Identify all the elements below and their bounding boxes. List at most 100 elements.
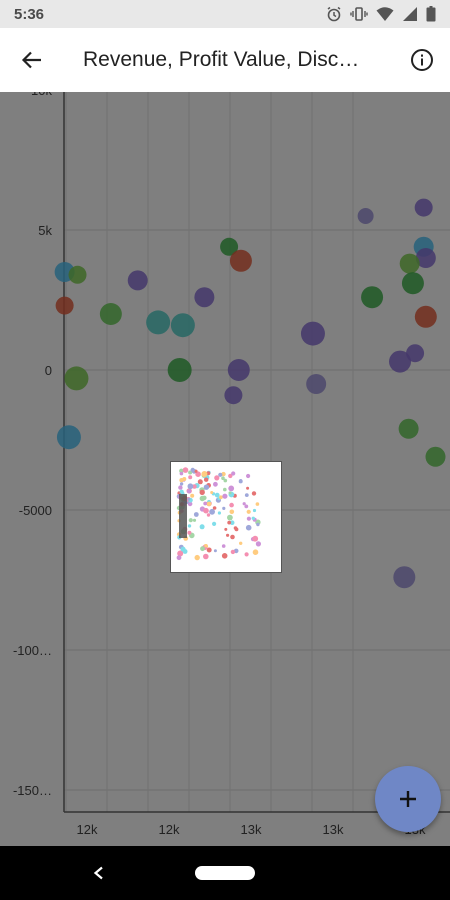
arrow-left-icon — [21, 51, 41, 69]
minimap-point — [199, 495, 205, 502]
minimap-point — [182, 549, 188, 554]
minimap-point — [203, 501, 208, 506]
minimap-point — [187, 489, 192, 494]
minimap-point — [226, 533, 230, 537]
minimap-point — [245, 524, 252, 531]
minimap-svg — [176, 467, 261, 561]
minimap-point — [190, 493, 195, 498]
battery-icon — [426, 6, 436, 22]
minimap-point — [218, 472, 223, 477]
minimap-point — [255, 502, 260, 506]
minimap-point — [179, 471, 184, 476]
minimap-point — [206, 547, 212, 553]
alarm-icon — [326, 6, 342, 22]
minimap-point — [203, 484, 210, 490]
minimap-point — [193, 512, 199, 517]
info-button[interactable] — [394, 28, 450, 92]
minimap-point — [222, 493, 228, 499]
minimap-point — [190, 467, 195, 473]
minimap-point — [200, 546, 205, 552]
minimap-point — [188, 475, 193, 480]
nav-back-button[interactable] — [88, 862, 110, 884]
page-title: Revenue, Profit Value, Disc… — [83, 48, 360, 71]
minimap-point — [251, 491, 257, 496]
minimap-point — [223, 478, 228, 483]
minimap-point — [230, 549, 236, 555]
minimap-point — [194, 554, 200, 561]
status-time: 5:36 — [14, 5, 45, 23]
minimap-point — [192, 518, 197, 522]
app-bar: Revenue, Profit Value, Disc… — [0, 28, 450, 92]
minimap-point — [206, 501, 212, 507]
minimap-point — [244, 493, 249, 497]
nav-back-icon — [93, 866, 103, 880]
minimap-point — [222, 506, 226, 510]
minimap-point — [217, 511, 221, 515]
minimap-point — [252, 549, 259, 555]
minimap-point — [252, 535, 259, 542]
minimap-point — [228, 485, 235, 492]
minimap-point — [231, 471, 236, 476]
minimap-point — [228, 491, 232, 495]
minimap-point — [242, 502, 246, 506]
minimap-point — [230, 534, 235, 540]
minimap-point — [244, 552, 249, 557]
minimap-point — [188, 518, 193, 523]
minimap-point — [229, 509, 235, 515]
info-icon — [411, 49, 433, 71]
minimap-point — [246, 486, 250, 490]
minimap-point — [179, 482, 184, 486]
minimap-point — [256, 522, 260, 527]
minimap-point — [199, 489, 205, 495]
minimap-point — [182, 477, 187, 481]
minimap-point — [221, 544, 226, 548]
vibrate-icon — [350, 6, 368, 22]
minimap-point — [212, 521, 217, 526]
minimap-point — [229, 502, 234, 508]
minimap-point — [187, 483, 194, 490]
plus-icon — [400, 791, 416, 807]
minimap-point — [204, 544, 208, 548]
minimap-point — [255, 541, 261, 547]
minimap-point — [227, 520, 232, 525]
minimap-point — [201, 471, 208, 477]
wifi-icon — [376, 6, 394, 22]
minimap-point — [238, 479, 243, 484]
add-button[interactable] — [375, 766, 441, 832]
minimap-point — [203, 553, 209, 560]
status-bar: 5:36 — [0, 0, 450, 28]
minimap-point — [214, 492, 220, 498]
minimap-point — [187, 497, 191, 501]
minimap-point — [182, 467, 189, 473]
minimap-point — [223, 487, 227, 492]
minimap-point — [209, 508, 215, 515]
minimap-point — [213, 481, 218, 487]
signal-icon — [402, 6, 418, 22]
minimap-point — [252, 508, 257, 513]
minimap-point — [176, 555, 182, 561]
minimap-point — [246, 509, 251, 514]
minimap-point — [246, 516, 251, 521]
minimap-point — [251, 516, 255, 520]
minimap-point — [246, 473, 251, 479]
system-nav-bar — [0, 846, 450, 900]
minimap-point — [227, 514, 233, 521]
minimap-point — [213, 549, 217, 553]
minimap-point — [178, 485, 183, 490]
minimap-viewport — [179, 494, 187, 538]
minimap-point — [206, 513, 211, 517]
minimap-point — [199, 524, 205, 530]
back-button[interactable] — [0, 28, 64, 92]
minimap-point — [224, 527, 228, 531]
minimap-point — [187, 524, 192, 528]
minimap-point — [210, 491, 214, 494]
minimap-point — [187, 530, 192, 535]
chart-minimap[interactable] — [170, 461, 282, 573]
minimap-point — [219, 495, 223, 500]
minimap-point — [214, 475, 220, 481]
minimap-point — [204, 477, 209, 482]
nav-home-button[interactable] — [195, 866, 255, 880]
minimap-point — [203, 507, 209, 514]
minimap-point — [239, 541, 243, 545]
minimap-point — [233, 526, 238, 530]
